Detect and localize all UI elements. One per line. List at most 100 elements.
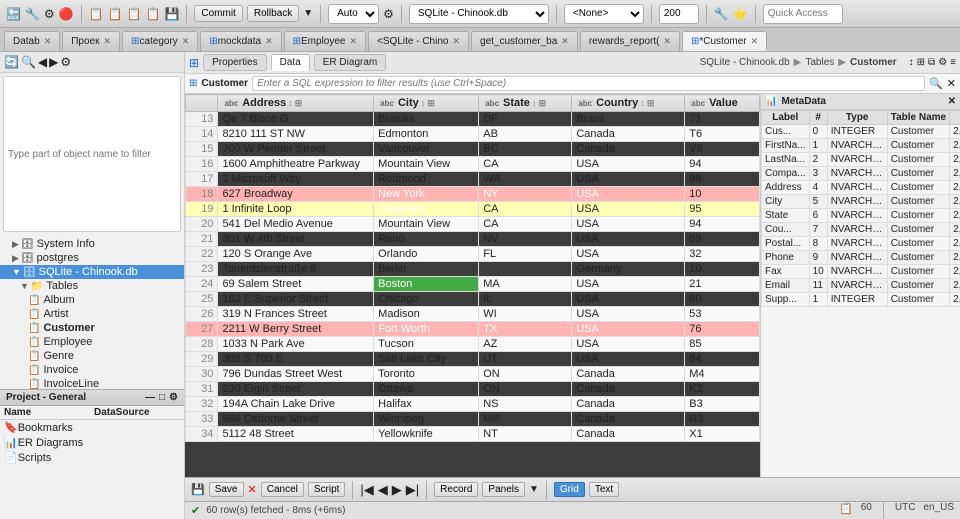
sidebar-icon-expand[interactable]: ▶ — [49, 55, 58, 69]
table-row[interactable]: 31230 Elgin StreetOttawaONCanadaK2 — [186, 382, 760, 397]
rollback-button[interactable]: Rollback — [247, 5, 299, 22]
data-grid[interactable]: abc Address ↕ ⊞ abc City ↕ — [185, 94, 760, 477]
sidebar-item-invoice[interactable]: 📋 Invoice — [0, 363, 184, 377]
sub-tab-properties[interactable]: Properties — [203, 54, 267, 71]
project-item-bookmarks[interactable]: 🔖 Bookmarks — [0, 420, 184, 435]
table-row[interactable]: 13Qe 7 Bloco GBrasiliaDFBrazil71 — [186, 112, 760, 127]
table-row[interactable]: 20541 Del Medio AvenueMountain ViewCAUSA… — [186, 217, 760, 232]
meta-close[interactable]: ✕ — [948, 96, 956, 107]
col-country[interactable]: abc Country ↕ ⊞ — [572, 95, 685, 112]
icon-filter2[interactable]: ⊞ — [917, 57, 925, 68]
none-select[interactable]: <None> — [564, 4, 644, 24]
col-city[interactable]: abc City ↕ ⊞ — [374, 95, 479, 112]
sidebar-item-artist[interactable]: 📋 Artist — [0, 307, 184, 321]
tab-mockdata[interactable]: ⊞ mockdata ✕ — [200, 31, 281, 51]
tab-get-customer-close[interactable]: ✕ — [561, 36, 569, 47]
nav-prev[interactable]: ◀ — [378, 482, 388, 498]
icon-sort[interactable]: ↕ — [909, 57, 914, 68]
tab-employee[interactable]: ⊞ Employee ✕ — [284, 31, 366, 51]
filter-icon-clear[interactable]: ✕ — [947, 77, 956, 90]
col-address[interactable]: abc Address ↕ ⊞ — [218, 95, 374, 112]
script-button[interactable]: Script — [308, 482, 346, 497]
quick-access-input[interactable] — [763, 4, 843, 24]
sidebar-icon-refresh[interactable]: 🔄 — [4, 55, 19, 69]
table-row[interactable]: 161600 Amphitheatre ParkwayMountain View… — [186, 157, 760, 172]
tab-datab-close[interactable]: ✕ — [44, 36, 52, 47]
table-row[interactable]: 2469 Salem StreetBostonMAUSA21 — [186, 277, 760, 292]
table-row[interactable]: 15700 W Pender StreetVancouverBCCanadaV6 — [186, 142, 760, 157]
col-state-filter[interactable]: ⊞ — [538, 98, 546, 109]
project-item-scripts[interactable]: 📄 Scripts — [0, 450, 184, 465]
project-icon-gear[interactable]: ⚙ — [169, 392, 178, 403]
icon-more[interactable]: ≡ — [950, 57, 956, 68]
table-row[interactable]: 18627 BroadwayNew YorkNYUSA10 — [186, 187, 760, 202]
sidebar-filter-input[interactable] — [3, 76, 181, 232]
tab-category-close[interactable]: ✕ — [182, 36, 190, 47]
sidebar-icon-settings[interactable]: ⚙ — [60, 55, 71, 69]
icon-copy[interactable]: ⧉ — [928, 57, 935, 68]
icon-settings2[interactable]: ⚙ — [938, 57, 947, 68]
sidebar-item-customer[interactable]: 📋 Customer — [0, 321, 184, 335]
auto-select[interactable]: Auto — [328, 4, 379, 24]
tab-mockdata-close[interactable]: ✕ — [265, 36, 273, 47]
sidebar-icon-filter[interactable]: 🔍 — [21, 55, 36, 69]
panels-arrow[interactable]: ▼ — [529, 484, 539, 495]
filter-input[interactable] — [252, 76, 925, 91]
col-country-filter[interactable]: ⊞ — [647, 98, 655, 109]
limit-input[interactable] — [659, 4, 699, 24]
sidebar-icon-collapse[interactable]: ◀ — [38, 55, 47, 69]
sidebar-item-invoiceline[interactable]: 📋 InvoiceLine — [0, 377, 184, 389]
col-city-filter[interactable]: ⊞ — [427, 98, 435, 109]
table-row[interactable]: 29302 S 700 ESalt Lake CityUTUSA84 — [186, 352, 760, 367]
table-row[interactable]: 21801 W 4th StreetRenoNVUSA89 — [186, 232, 760, 247]
table-row[interactable]: 272211 W Berry StreetFort WorthTXUSA76 — [186, 322, 760, 337]
tab-datab[interactable]: Datab ✕ — [4, 31, 60, 51]
table-row[interactable]: 32194A Chain Lake DriveHalifaxNSCanadaB3 — [186, 397, 760, 412]
tab-project-close[interactable]: ✕ — [103, 36, 111, 47]
col-state-sort[interactable]: ↕ — [532, 98, 537, 108]
tab-customer[interactable]: ⊞ *Customer ✕ — [682, 31, 767, 51]
sidebar-item-album[interactable]: 📋 Album — [0, 293, 184, 307]
col-state[interactable]: abc State ↕ ⊞ — [479, 95, 572, 112]
table-row[interactable]: 26319 N Frances StreetMadisonWIUSA53 — [186, 307, 760, 322]
settings-icon[interactable]: ⚙ — [383, 7, 394, 21]
text-button[interactable]: Text — [589, 482, 619, 497]
tab-rewards-close[interactable]: ✕ — [663, 36, 671, 47]
panels-button[interactable]: Panels — [482, 482, 525, 497]
sidebar-item-employee[interactable]: 📋 Employee — [0, 335, 184, 349]
project-icon-box[interactable]: □ — [159, 392, 165, 403]
tab-category[interactable]: ⊞ category ✕ — [122, 31, 198, 51]
col-address-filter[interactable]: ⊞ — [295, 98, 303, 109]
table-row[interactable]: 22120 S Orange AveOrlandoFLUSA32 — [186, 247, 760, 262]
filter-icon-search[interactable]: 🔍 — [929, 77, 943, 90]
rollback-arrow[interactable]: ▼ — [303, 8, 313, 19]
table-row[interactable]: 148210 111 ST NWEdmontonABCanadaT6 — [186, 127, 760, 142]
save-button[interactable]: Save — [209, 482, 244, 497]
sub-tab-er-diagram[interactable]: ER Diagram — [314, 54, 386, 71]
table-row[interactable]: 30796 Dundas Street WestTorontoONCanadaM… — [186, 367, 760, 382]
sidebar-item-tables[interactable]: ▼ 📁 Tables — [0, 279, 184, 293]
commit-button[interactable]: Commit — [194, 5, 242, 22]
tab-sqlite-chino-close[interactable]: ✕ — [452, 36, 460, 47]
col-city-sort[interactable]: ↕ — [421, 98, 426, 108]
table-row[interactable]: 171 Microsoft WayRedmondWAUSA98 — [186, 172, 760, 187]
nav-next[interactable]: ▶ — [392, 482, 402, 498]
cancel-button[interactable]: Cancel — [261, 482, 304, 497]
sidebar-item-postgres[interactable]: ▶ 🗄 postgres — [0, 251, 184, 265]
sidebar-item-sqlite-chinook[interactable]: ▼ 🗄 SQLite - Chinook.db — [0, 265, 184, 279]
table-row[interactable]: 191 Infinite LoopCupertinoCAUSA95 — [186, 202, 760, 217]
nav-last[interactable]: ▶| — [406, 482, 419, 498]
table-row[interactable]: 345112 48 StreetYellowknifeNTCanadaX1 — [186, 427, 760, 442]
table-row[interactable]: 281033 N Park AveTucsonAZUSA85 — [186, 337, 760, 352]
grid-button[interactable]: Grid — [554, 482, 585, 497]
db-select[interactable]: SQLite - Chinook.db — [409, 4, 549, 24]
tab-customer-close[interactable]: ✕ — [751, 36, 759, 47]
project-icon-minus[interactable]: — — [145, 392, 155, 403]
tab-get-customer[interactable]: get_customer_ba ✕ — [471, 31, 578, 51]
tab-rewards[interactable]: rewards_report( ✕ — [580, 31, 680, 51]
table-row[interactable]: 33696 Osborne StreetWinnipegMBCanadaR3 — [186, 412, 760, 427]
nav-first[interactable]: |◀ — [360, 482, 373, 498]
sub-tab-data[interactable]: Data — [271, 54, 310, 71]
col-address-sort[interactable]: ↕ — [288, 98, 293, 108]
tab-project[interactable]: Проек ✕ — [62, 31, 120, 51]
